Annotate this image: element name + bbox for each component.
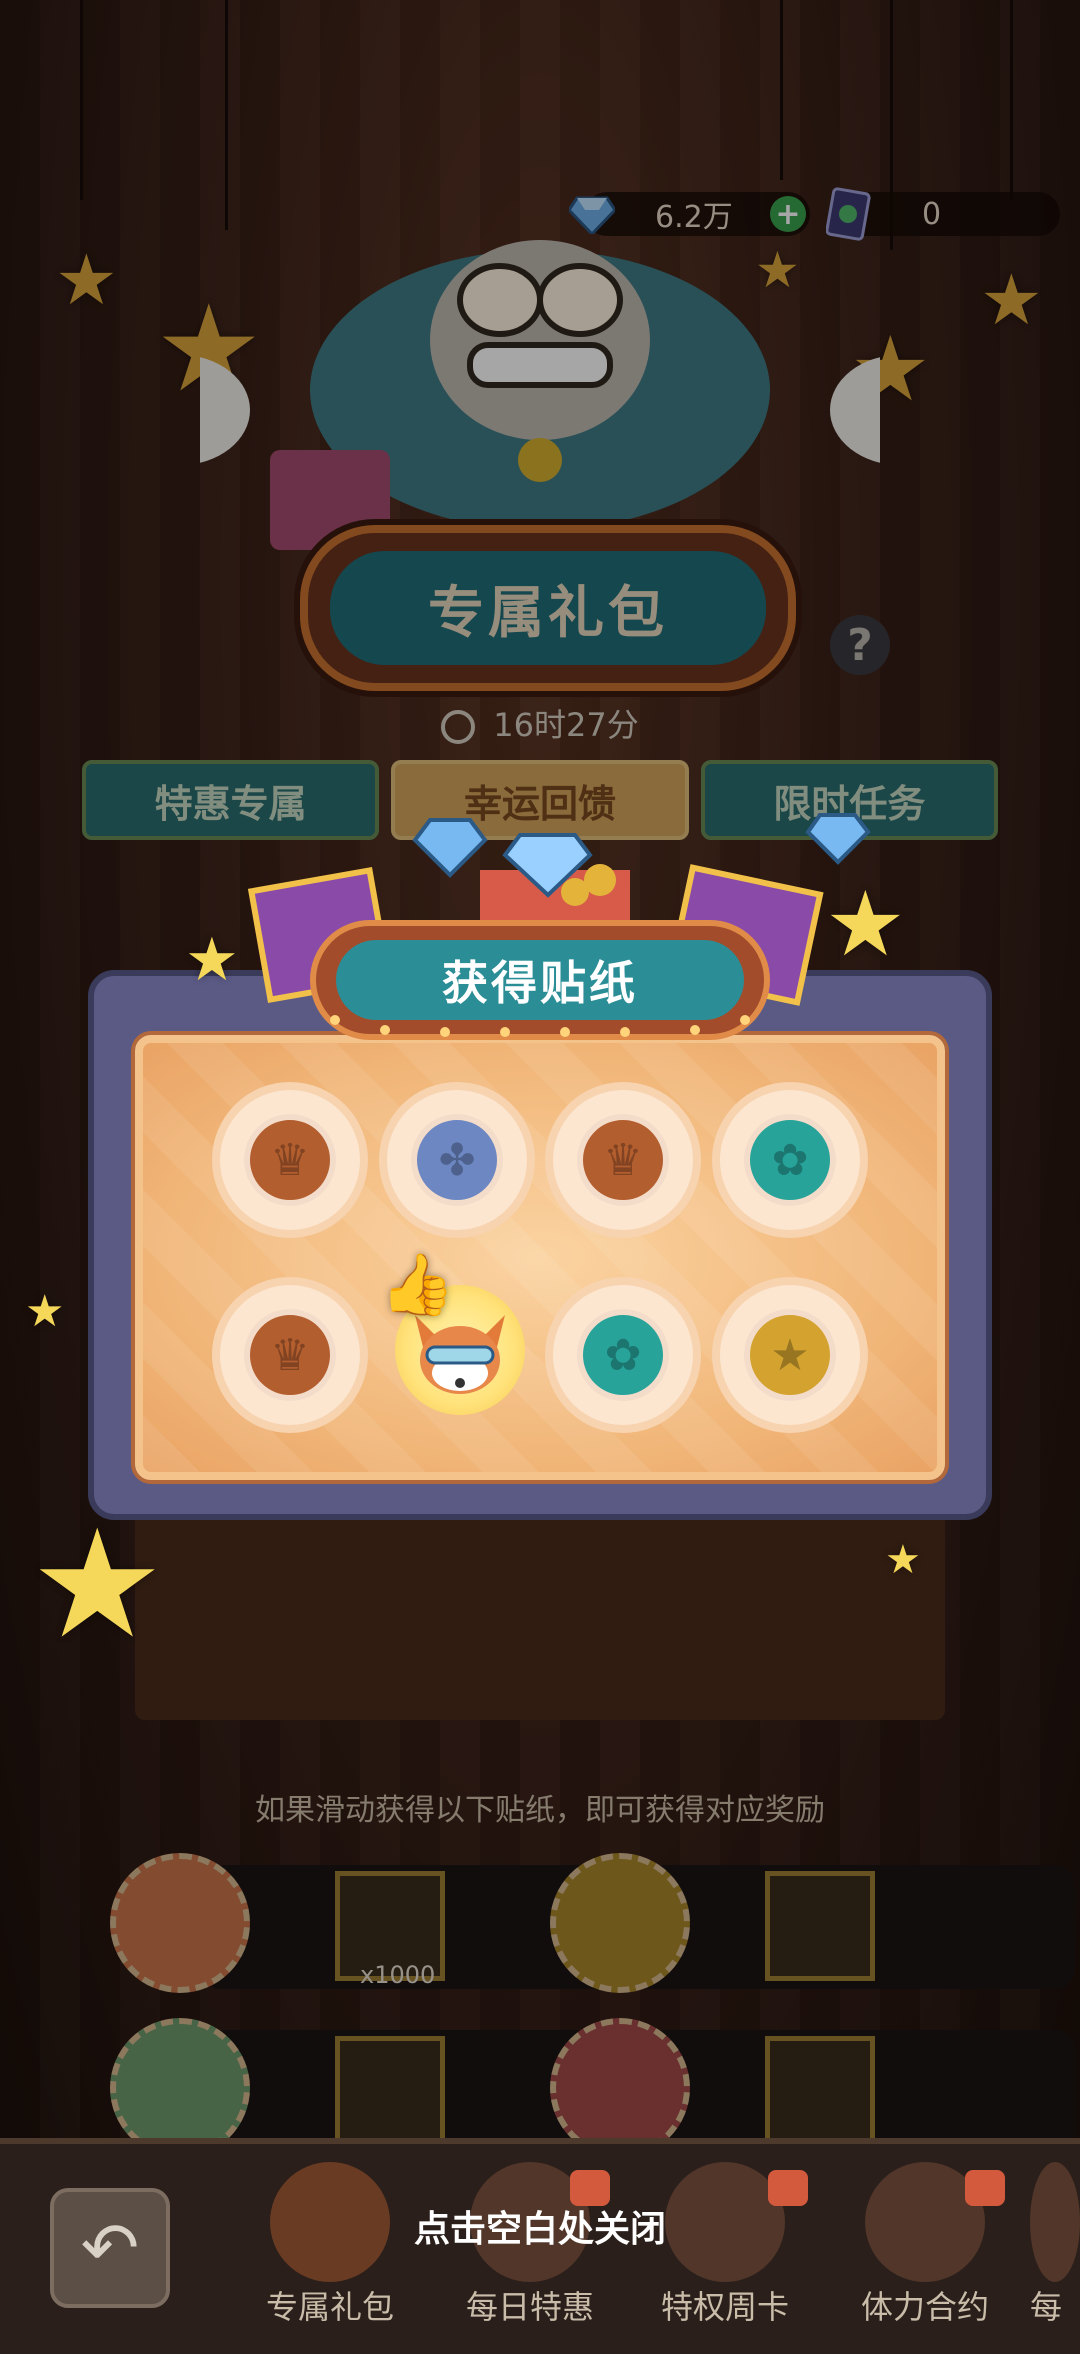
sticker-crown-brown: ♛ [220, 1285, 360, 1425]
nav-label: 专属礼包 [265, 2288, 394, 2326]
sticker-duck-teal: ✿ [720, 1090, 860, 1230]
light-bulb [440, 1027, 450, 1037]
nav-label: 每日特惠 [465, 2288, 594, 2326]
sticker-duck-teal: ✿ [553, 1285, 693, 1425]
light-bulb [380, 1025, 390, 1035]
star-icon: ★ [30, 1498, 165, 1672]
light-bulb [740, 1015, 750, 1025]
star-icon: ★ [825, 872, 906, 977]
nav-label: 每 [1030, 2288, 1063, 2326]
thumbs-up-icon: 👍 [380, 1250, 455, 1320]
light-bulb [500, 1027, 510, 1037]
sticker-star-gold: ★ [720, 1285, 860, 1425]
star-icon: ★ [25, 1286, 65, 1337]
crown-icon: ♛ [244, 1114, 336, 1206]
sticker-crown-brown: ♛ [220, 1090, 360, 1230]
star-icon: ★ [885, 1537, 921, 1583]
popup-title-banner: 获得贴纸 [310, 920, 770, 1040]
propeller-icon: ✤ [411, 1114, 503, 1206]
light-bulb [560, 1027, 570, 1037]
light-bulb [620, 1027, 630, 1037]
sticker-propeller-blue: ✤ [387, 1090, 527, 1230]
popup-title: 获得贴纸 [336, 940, 744, 1020]
light-bulb [690, 1025, 700, 1035]
nav-label: 特权周卡 [660, 2288, 789, 2326]
crown-icon: ♛ [244, 1309, 336, 1401]
light-bulb [330, 1015, 340, 1025]
nav-label: 体力合约 [860, 2288, 989, 2326]
crown-icon: ♛ [577, 1114, 669, 1206]
star-icon: ★ [744, 1309, 836, 1401]
duck-icon: ✿ [577, 1309, 669, 1401]
sticker-crown-brown: ♛ [553, 1090, 693, 1230]
star-icon: ★ [185, 925, 239, 995]
tap-to-close-hint: 点击空白处关闭 [413, 2209, 666, 2250]
duck-icon: ✿ [744, 1114, 836, 1206]
